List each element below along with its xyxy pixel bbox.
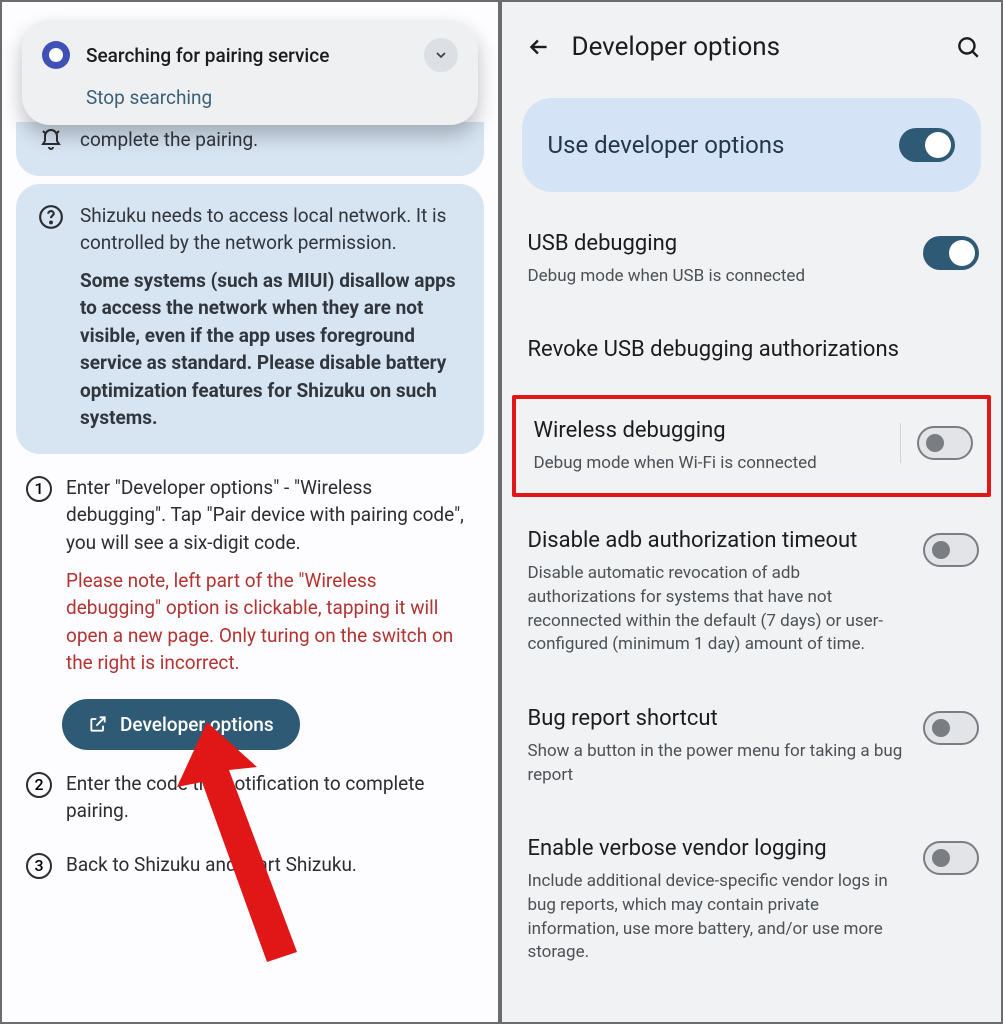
pairing-notification[interactable]: Searching for pairing service Stop searc… bbox=[22, 20, 478, 125]
card-text: Shizuku needs to access local network. I… bbox=[80, 202, 464, 432]
expand-button[interactable] bbox=[424, 38, 458, 72]
step-1: 1 Enter "Developer options" - "Wireless … bbox=[16, 454, 484, 677]
step-text: Enter the code the notification to compl… bbox=[66, 770, 474, 825]
annotation-highlight-box: Wireless debugging Debug mode when Wi-Fi… bbox=[512, 395, 992, 497]
step-body: Enter "Developer options" - "Wireless de… bbox=[66, 474, 474, 677]
setting-subtitle: Include additional device-specific vendo… bbox=[528, 870, 910, 965]
shizuku-app-pane: complete the pairing. Shizuku needs to a… bbox=[2, 2, 502, 1022]
dev-options-header: Developer options bbox=[502, 2, 1002, 88]
setting-subtitle: Disable automatic revocation of adb auth… bbox=[528, 562, 910, 657]
setting-wireless-debugging[interactable]: Wireless debugging Debug mode when Wi-Fi… bbox=[516, 399, 988, 493]
search-button[interactable] bbox=[955, 34, 981, 60]
use-developer-options-toggle[interactable] bbox=[899, 128, 955, 162]
external-link-icon bbox=[88, 714, 108, 734]
help-icon bbox=[36, 202, 66, 230]
setting-title: Enable verbose vendor logging bbox=[528, 835, 910, 864]
setting-subtitle: Debug mode when Wi-Fi is connected bbox=[534, 452, 887, 476]
notification-title: Searching for pairing service bbox=[86, 44, 408, 67]
search-icon bbox=[955, 34, 981, 60]
usb-debugging-toggle[interactable] bbox=[923, 236, 979, 270]
wireless-debugging-toggle[interactable] bbox=[917, 426, 973, 460]
card-text: complete the pairing. bbox=[80, 126, 464, 154]
info-card-network: Shizuku needs to access local network. I… bbox=[16, 184, 484, 454]
setting-title: USB debugging bbox=[528, 230, 910, 259]
setting-subtitle: Show a button in the power menu for taki… bbox=[528, 740, 910, 788]
help-p1: Shizuku needs to access local network. I… bbox=[80, 204, 446, 255]
stop-searching-action[interactable]: Stop searching bbox=[86, 86, 458, 109]
left-scroll-area: complete the pairing. Shizuku needs to a… bbox=[2, 2, 498, 1022]
setting-bug-report-shortcut[interactable]: Bug report shortcut Show a button in the… bbox=[502, 681, 1002, 811]
bug-report-toggle[interactable] bbox=[923, 711, 979, 745]
setting-subtitle: Debug mode when USB is connected bbox=[528, 265, 910, 289]
disable-adb-timeout-toggle[interactable] bbox=[923, 533, 979, 567]
help-p2: Some systems (such as MIUI) disallow app… bbox=[80, 267, 464, 432]
setting-title: Bug report shortcut bbox=[528, 705, 910, 734]
step-2: 2 Enter the code the notification to com… bbox=[16, 750, 484, 825]
step-number-icon: 1 bbox=[26, 476, 52, 502]
button-label: Developer options bbox=[120, 713, 274, 736]
step-text: Enter "Developer options" - "Wireless de… bbox=[66, 476, 464, 554]
verbose-logging-toggle[interactable] bbox=[923, 841, 979, 875]
setting-disable-adb-timeout[interactable]: Disable adb authorization timeout Disabl… bbox=[502, 503, 1002, 681]
hero-label: Use developer options bbox=[548, 131, 785, 159]
setting-title: Disable adb authorization timeout bbox=[528, 527, 910, 556]
developer-options-button[interactable]: Developer options bbox=[62, 699, 300, 750]
arrow-left-icon bbox=[526, 34, 552, 60]
back-button[interactable] bbox=[526, 34, 552, 60]
bell-icon bbox=[36, 126, 66, 152]
setting-verbose-vendor-logging[interactable]: Enable verbose vendor logging Include ad… bbox=[502, 811, 1002, 989]
app-icon bbox=[42, 41, 70, 69]
setting-title: Wireless debugging bbox=[534, 417, 887, 446]
step-number-icon: 2 bbox=[26, 772, 52, 798]
step-number-icon: 3 bbox=[26, 853, 52, 879]
developer-options-pane: Developer options Use developer options … bbox=[502, 2, 1002, 1022]
divider bbox=[900, 423, 901, 463]
setting-title: Revoke USB debugging authorizations bbox=[528, 336, 980, 365]
info-card-pairing-peek: complete the pairing. bbox=[16, 122, 484, 176]
setting-revoke-usb-auth[interactable]: Revoke USB debugging authorizations bbox=[502, 312, 1002, 389]
setting-usb-debugging[interactable]: USB debugging Debug mode when USB is con… bbox=[502, 206, 1002, 312]
step-text: Back to Shizuku and start Shizuku. bbox=[66, 851, 474, 879]
page-title: Developer options bbox=[572, 32, 936, 62]
step-3: 3 Back to Shizuku and start Shizuku. bbox=[16, 825, 484, 879]
use-developer-options-card[interactable]: Use developer options bbox=[522, 98, 982, 192]
notification-header: Searching for pairing service bbox=[42, 38, 458, 72]
step-warning-text: Please note, left part of the "Wireless … bbox=[66, 567, 474, 677]
chevron-down-icon bbox=[433, 47, 449, 63]
